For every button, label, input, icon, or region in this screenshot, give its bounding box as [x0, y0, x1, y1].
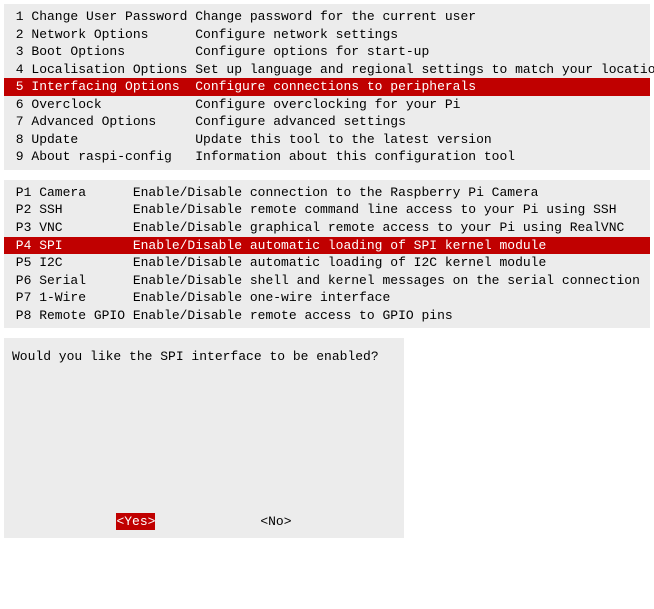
- sub-menu-item-p7[interactable]: P7 1-Wire Enable/Disable one-wire interf…: [4, 289, 650, 307]
- main-menu-item-1[interactable]: 1 Change User Password Change password f…: [4, 8, 650, 26]
- sub-menu-item-p3[interactable]: P3 VNC Enable/Disable graphical remote a…: [4, 219, 650, 237]
- main-menu-item-6[interactable]: 6 Overclock Configure overclocking for y…: [4, 96, 650, 114]
- main-menu: 1 Change User Password Change password f…: [4, 4, 650, 170]
- sub-menu-item-p8[interactable]: P8 Remote GPIO Enable/Disable remote acc…: [4, 307, 650, 325]
- sub-menu-item-p4[interactable]: P4 SPI Enable/Disable automatic loading …: [4, 237, 650, 255]
- main-menu-item-8[interactable]: 8 Update Update this tool to the latest …: [4, 131, 650, 149]
- main-menu-item-2[interactable]: 2 Network Options Configure network sett…: [4, 26, 650, 44]
- sub-menu-item-p1[interactable]: P1 Camera Enable/Disable connection to t…: [4, 184, 650, 202]
- interfacing-submenu: P1 Camera Enable/Disable connection to t…: [4, 180, 650, 328]
- sub-menu-item-p2[interactable]: P2 SSH Enable/Disable remote command lin…: [4, 201, 650, 219]
- main-menu-item-4[interactable]: 4 Localisation Options Set up language a…: [4, 61, 650, 79]
- main-menu-item-5[interactable]: 5 Interfacing Options Configure connecti…: [4, 78, 650, 96]
- yes-button[interactable]: <Yes>: [116, 513, 155, 531]
- sub-menu-item-p6[interactable]: P6 Serial Enable/Disable shell and kerne…: [4, 272, 650, 290]
- no-button[interactable]: <No>: [260, 513, 291, 531]
- confirm-dialog: Would you like the SPI interface to be e…: [4, 338, 404, 538]
- sub-menu-item-p5[interactable]: P5 I2C Enable/Disable automatic loading …: [4, 254, 650, 272]
- dialog-question: Would you like the SPI interface to be e…: [12, 348, 396, 366]
- main-menu-item-9[interactable]: 9 About raspi-config Information about t…: [4, 148, 650, 166]
- main-menu-item-3[interactable]: 3 Boot Options Configure options for sta…: [4, 43, 650, 61]
- dialog-buttons: <Yes> <No>: [4, 513, 404, 531]
- main-menu-item-7[interactable]: 7 Advanced Options Configure advanced se…: [4, 113, 650, 131]
